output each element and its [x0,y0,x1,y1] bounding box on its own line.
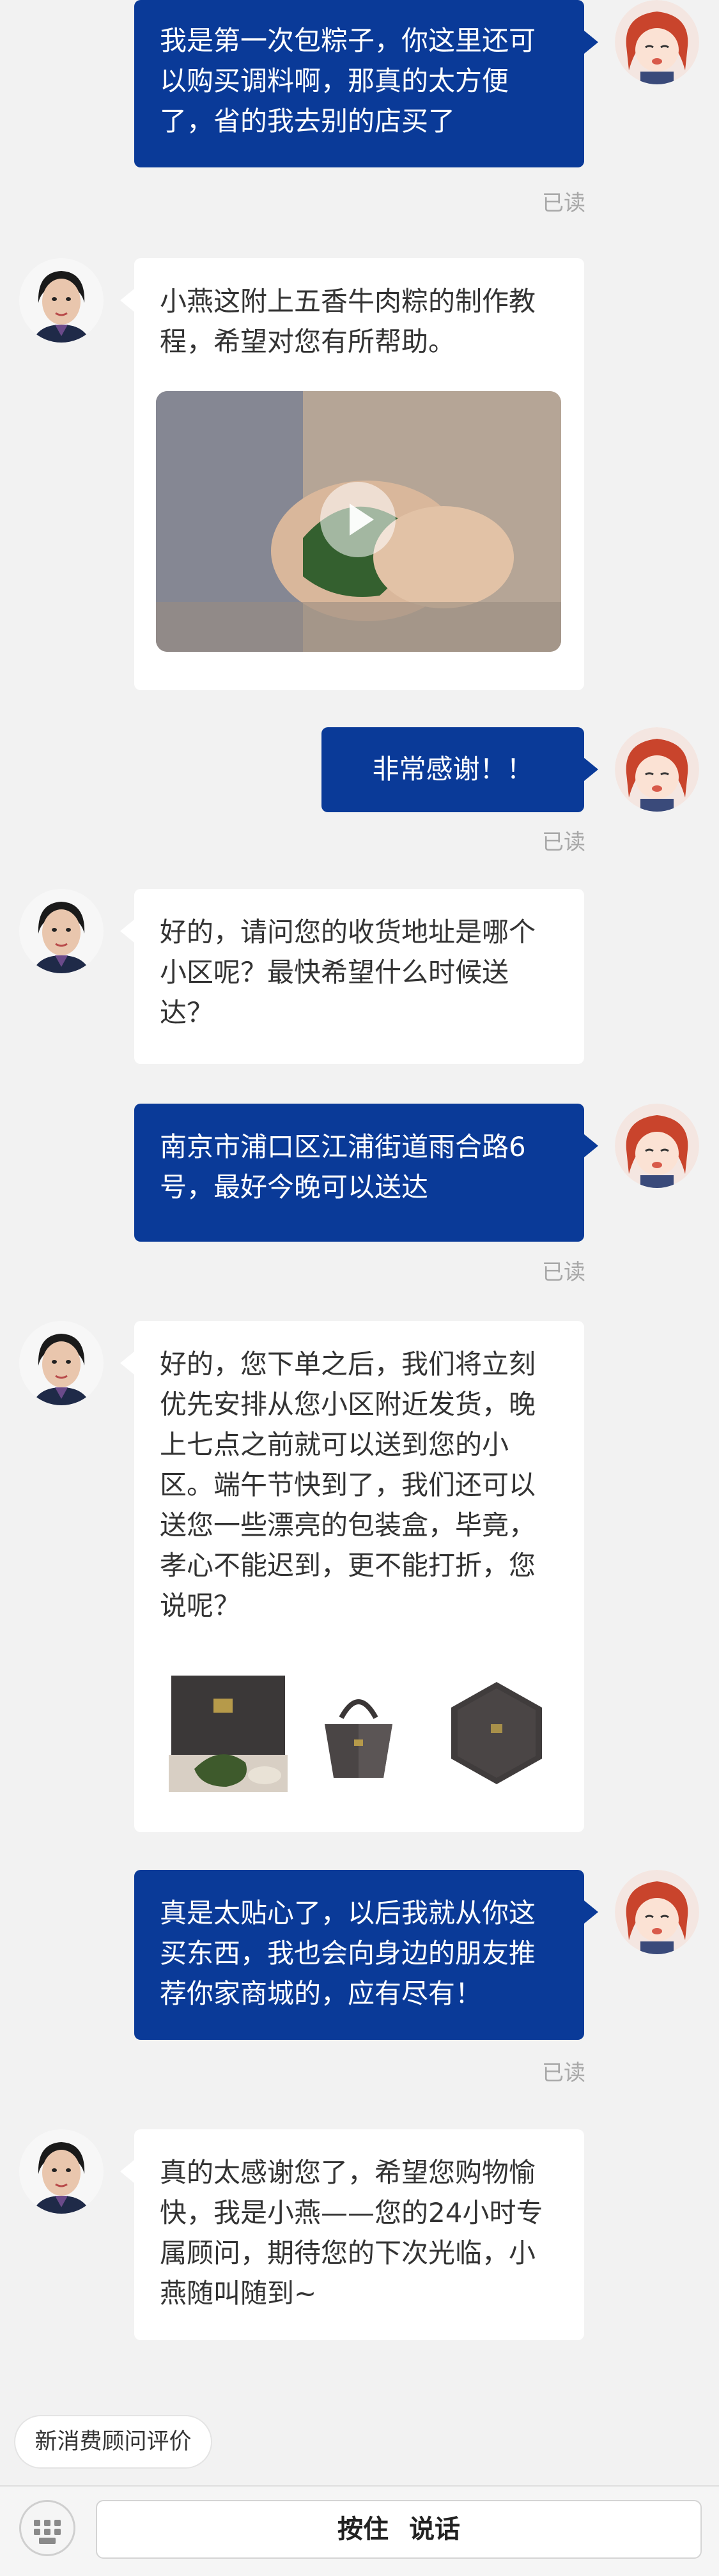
user-message-bubble: 我是第一次包粽子，你这里还可以购买调料啊，那真的太方便了，省的我去别的店买了 [134,0,598,167]
consultant-evaluation-button[interactable]: 新消费顾问评价 [14,2415,212,2469]
agent-message-bubble: 好的，请问您的收货地址是哪个小区呢？最快希望什么时候送达？ [120,889,584,1064]
message-text: 非常感谢！！ [372,753,534,785]
hold-to-talk-button[interactable]: 按住 说话 [96,2500,702,2559]
user-avatar[interactable] [615,1104,699,1188]
user-avatar[interactable] [615,0,699,84]
user-avatar[interactable] [615,727,699,812]
read-status: 已读 [542,190,585,216]
product-image-hexagon-box[interactable] [437,1673,556,1792]
user-message-bubble: 南京市浦口区江浦街道雨合路6号，最好今晚可以送达 [134,1104,598,1242]
user-message-bubble: 真是太贴心了，以后我就从你这买东西，我也会向身边的朋友推荐你家商城的，应有尽有！ [134,1870,598,2040]
agent-avatar[interactable] [19,1321,104,1405]
agent-message-bubble: 真的太感谢您了，希望您购物愉快，我是小燕——您的24小时专属顾问，期待您的下次光… [120,2129,584,2340]
agent-avatar[interactable] [19,258,104,343]
user-message-bubble: 非常感谢！！ [321,727,598,812]
agent-avatar[interactable] [19,2129,104,2214]
message-text: 真是太贴心了，以后我就从你这买东西，我也会向身边的朋友推荐你家商城的，应有尽有！ [160,1897,536,2009]
read-status: 已读 [542,829,585,855]
user-avatar[interactable] [615,1870,699,1954]
message-text: 南京市浦口区江浦街道雨合路6号，最好今晚可以送达 [160,1131,526,1203]
message-text: 好的，您下单之后，我们将立刻优先安排从您小区附近发货，晚上七点之前就可以送到您的… [160,1348,536,1621]
product-image-gift-bag[interactable] [299,1673,418,1792]
message-text: 真的太感谢您了，希望您购物愉快，我是小燕——您的24小时专属顾问，期待您的下次光… [160,2157,543,2309]
message-text: 小燕这附上五香牛肉粽的制作教程，希望对您有所帮助。 [160,286,536,357]
read-status: 已读 [542,1260,585,1285]
agent-avatar[interactable] [19,889,104,973]
keyboard-icon[interactable] [19,2500,75,2556]
play-icon[interactable] [320,482,396,557]
read-status: 已读 [542,2060,585,2086]
message-text: 我是第一次包粽子，你这里还可以购买调料啊，那真的太方便了，省的我去别的店买了 [160,25,536,137]
product-image-gift-box[interactable] [169,1673,288,1792]
video-thumbnail[interactable] [156,391,561,652]
message-text: 好的，请问您的收货地址是哪个小区呢？最快希望什么时候送达？ [160,916,536,1028]
